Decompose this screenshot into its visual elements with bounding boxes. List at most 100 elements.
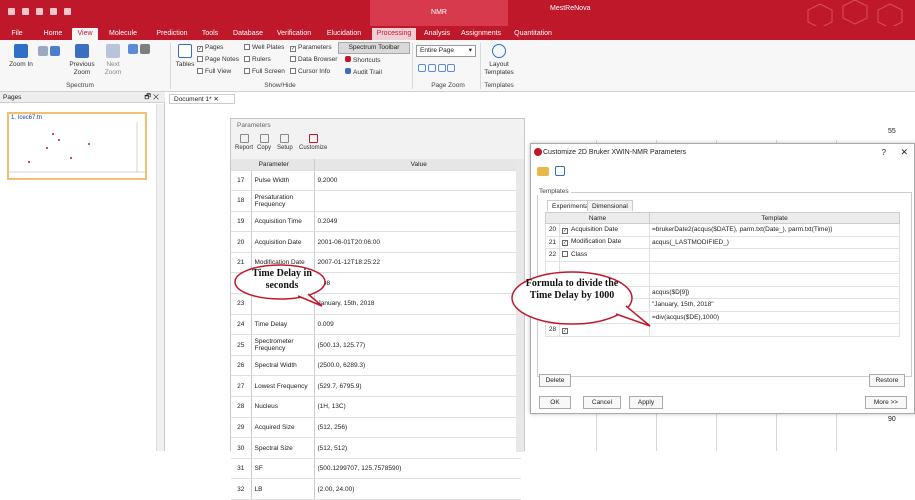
app-menu-icon[interactable] xyxy=(8,8,15,15)
tables-button[interactable]: Tables xyxy=(175,44,195,69)
checkbox-well-plates[interactable]: Well Plates xyxy=(244,44,284,52)
template-cell[interactable]: =brukerDate2(acqus($DATE), parm.txt(Date… xyxy=(649,223,900,237)
table-row[interactable]: 19 Acquisition Time 0.2049 xyxy=(231,211,521,233)
pages-scrollbar[interactable] xyxy=(156,104,164,451)
table-row[interactable]: 20 ✓ Acquisition Date =brukerDate2(acqus($D… xyxy=(545,223,900,237)
tab-assignments[interactable]: Assignments xyxy=(458,28,504,40)
apply-button[interactable]: Apply xyxy=(629,396,663,409)
checkbox-parameters[interactable]: ✓ Parameters xyxy=(290,44,332,52)
checkbox-icon xyxy=(197,68,203,74)
table-row[interactable]: 24 Time Delay 0.009 xyxy=(231,314,521,336)
checkbox-page-notes[interactable]: Page Notes xyxy=(197,56,239,64)
table-row[interactable]: 31 SF (500.1299707, 125.7578590) xyxy=(231,458,521,480)
cancel-button[interactable]: Cancel xyxy=(583,396,621,409)
next-zoom-button[interactable]: Next Zoom xyxy=(100,44,126,77)
row-number: 22 xyxy=(545,248,560,262)
undo-icon[interactable] xyxy=(36,8,43,15)
audit-trail-button[interactable]: Audit Trail xyxy=(345,68,382,77)
copy-button[interactable]: Copy xyxy=(257,134,271,151)
template-cell[interactable] xyxy=(649,248,900,262)
checkbox-data-browser[interactable]: Data Browser xyxy=(290,56,337,64)
panel-pin-close-icon[interactable]: 🗗 ✕ xyxy=(144,92,159,103)
template-cell[interactable] xyxy=(649,260,900,274)
table-row[interactable]: 25 Spectrometer Frequency (500.13, 125.77) xyxy=(231,334,521,356)
close-icon[interactable]: ✕ xyxy=(213,96,218,103)
previous-zoom-button[interactable]: Previous Zoom xyxy=(66,44,98,77)
more-button[interactable]: More >> xyxy=(865,396,907,409)
help-icon[interactable]: ? xyxy=(882,148,886,157)
tab-database[interactable]: Database xyxy=(230,28,266,40)
checkbox[interactable]: ✓ xyxy=(562,240,568,247)
tab-dimensional[interactable]: Dimensional xyxy=(587,200,633,211)
ribbon: Zoom In Previous Zoom Next Zoom Spectrum… xyxy=(0,40,915,92)
parameter-value: (1H, 13C) xyxy=(314,396,521,418)
template-header[interactable]: Template xyxy=(649,212,900,224)
tab-tools[interactable]: Tools xyxy=(198,28,222,40)
page-zoom-select[interactable]: Entire Page ▾ xyxy=(416,45,476,57)
template-cell[interactable]: =div(acqus($DE),1000) xyxy=(649,310,900,324)
context-label: NMR xyxy=(431,9,447,16)
tab-prediction[interactable]: Prediction xyxy=(152,28,192,40)
table-row[interactable]: 29 Acquired Size (512, 256) xyxy=(231,417,521,439)
value-header[interactable]: Value xyxy=(314,159,521,171)
tab-processing[interactable]: Processing xyxy=(372,28,416,40)
table-row[interactable]: 30 Spectral Size (512, 512) xyxy=(231,437,521,459)
table-row[interactable]: 32 LB (2.00, 24.00) xyxy=(231,478,521,500)
shortcuts-button[interactable]: Shortcuts xyxy=(345,56,380,65)
row-number: 26 xyxy=(231,355,252,377)
spectrum-tools[interactable] xyxy=(38,46,60,59)
template-cell[interactable]: acqus(_LASTMODIFIED_) xyxy=(649,235,900,249)
parameter-value: 2001-06-01T20:06:00 xyxy=(314,231,521,253)
page-zoom-buttons[interactable] xyxy=(418,64,456,75)
table-row[interactable]: 17 Pulse Width 9.2000 xyxy=(231,170,521,192)
table-row[interactable]: 26 Spectral Width (2500.0, 6289.3) xyxy=(231,355,521,377)
parameter-header[interactable]: Parameter xyxy=(231,159,315,171)
checkbox-full-screen[interactable]: Full Screen xyxy=(244,68,285,76)
tab-analysis[interactable]: Analysis xyxy=(420,28,454,40)
delete-button[interactable]: Delete xyxy=(539,374,571,387)
tab-document[interactable]: Document 1* ✕ xyxy=(169,94,235,104)
tab-elucidation[interactable]: Elucidation xyxy=(323,28,365,40)
checkbox-rulers[interactable]: Rulers xyxy=(244,56,271,64)
tab-view[interactable]: View xyxy=(72,28,98,40)
close-icon[interactable]: ✕ xyxy=(900,147,908,158)
checkbox[interactable]: ✓ xyxy=(562,227,568,234)
setup-button[interactable]: Setup xyxy=(277,134,293,151)
template-cell[interactable]: "January, 15th, 2018" xyxy=(649,298,900,312)
settings-icon[interactable] xyxy=(64,8,71,15)
table-row[interactable]: 28 Nucleus (1H, 13C) xyxy=(231,396,521,418)
save-icon[interactable] xyxy=(554,166,565,176)
crosshair-tools[interactable] xyxy=(128,44,150,57)
tab-file[interactable]: File xyxy=(6,28,28,40)
tab-home[interactable]: Home xyxy=(40,28,66,40)
restore-button[interactable]: Restore xyxy=(869,374,905,387)
customize-button[interactable]: Customize xyxy=(299,134,327,151)
name-header[interactable]: Name xyxy=(545,212,650,224)
page-thumbnail[interactable]: 1. Icec67.tn xyxy=(7,112,147,180)
checkbox[interactable] xyxy=(562,251,568,258)
layout-templates-button[interactable]: Layout Templates xyxy=(484,44,514,77)
tab-verification[interactable]: Verification xyxy=(272,28,316,40)
table-row[interactable]: 22 Class xyxy=(545,248,900,262)
save-icon[interactable] xyxy=(22,8,29,15)
table-row[interactable]: 21 ✓ Modification Date acqus(_LASTMODIFIED_… xyxy=(545,235,900,249)
template-cell[interactable]: acqus($D[9]) xyxy=(649,285,900,299)
table-row[interactable]: 18 Presaturation Frequency xyxy=(231,190,521,212)
table-row[interactable]: 20 Acquisition Date 2001-06-01T20:06:00 xyxy=(231,231,521,253)
open-folder-icon[interactable] xyxy=(537,167,549,176)
checkbox-pages[interactable]: ✓ Pages xyxy=(197,44,223,52)
spectrum-toolbar-button[interactable]: Spectrum Toolbar xyxy=(338,42,410,54)
template-cell[interactable] xyxy=(649,323,900,337)
report-button[interactable]: Report xyxy=(235,134,253,151)
ok-button[interactable]: OK xyxy=(539,396,571,409)
zoom-in-button[interactable]: Zoom In xyxy=(8,44,34,69)
template-cell[interactable] xyxy=(649,273,900,287)
redo-icon[interactable] xyxy=(50,8,57,15)
checkbox-cursor-info[interactable]: Cursor Info xyxy=(290,68,330,76)
checkbox-full-view[interactable]: Full View xyxy=(197,68,231,76)
tab-molecule[interactable]: Molecule xyxy=(104,28,142,40)
tab-quantitation[interactable]: Quantitation xyxy=(510,28,556,40)
table-row[interactable]: 27 Lowest Frequency (529.7, 6795.9) xyxy=(231,375,521,398)
parameter-value: (529.7, 6795.9) xyxy=(314,375,521,398)
row-number: 30 xyxy=(231,437,252,459)
